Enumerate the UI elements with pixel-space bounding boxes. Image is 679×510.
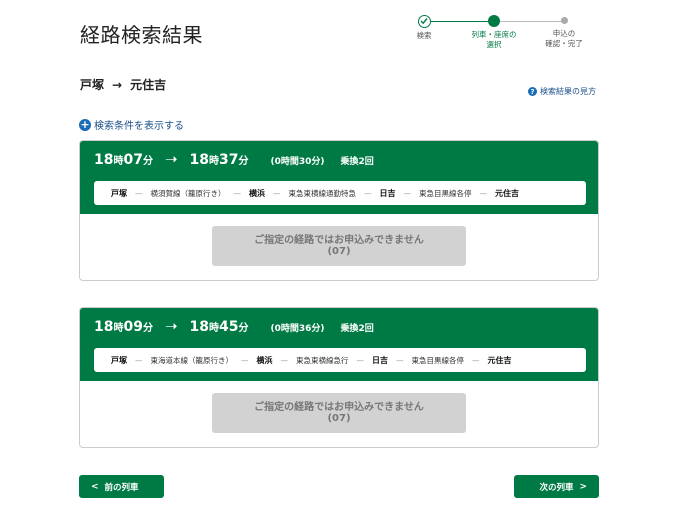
step-label: 確認・完了: [545, 39, 583, 48]
route-arrow: →: [112, 78, 123, 92]
departure-minute: 07: [123, 152, 143, 168]
progress-stepper: 検索 列車・座席の 選択 申込の 確認・完了: [404, 12, 604, 62]
hour-unit: 時: [113, 156, 124, 167]
unavailable-code: (07): [327, 413, 351, 424]
segment-separator: —: [273, 188, 281, 198]
unavailable-code: (07): [327, 246, 351, 257]
segment-station: 戸塚: [111, 188, 127, 198]
show-conditions-label: 検索条件を表示する: [94, 121, 184, 132]
hour-unit: 時: [113, 323, 124, 334]
pending-step-dot: [560, 17, 568, 24]
hour-unit: 時: [209, 156, 220, 167]
segment-line: 東急目黒線各停: [411, 355, 465, 365]
segment-separator: —: [364, 188, 372, 198]
segment-station: 横浜: [256, 355, 273, 365]
step-label: 検索: [416, 31, 432, 40]
help-link-label: 検索結果の見方: [540, 87, 596, 96]
arrow-right-icon: ➝: [164, 150, 178, 168]
result-card: 18 時 09 分 ➝ 18 時 45 分 (0時間36分) 乗換2回 戸塚 — 東海道本線…: [79, 307, 599, 448]
segment-separator: —: [479, 188, 488, 198]
result-header: 18 時 09 分 ➝ 18 時 45 分 (0時間36分) 乗換2回 戸塚 — 東海道本線…: [80, 308, 598, 381]
arrival-hour: 18: [189, 152, 210, 168]
help-link[interactable]: ? 検索結果の見方: [528, 86, 596, 97]
arrow-right-icon: ➝: [164, 317, 178, 335]
segment-separator: —: [135, 355, 143, 365]
duration: (0時間30分): [270, 157, 325, 167]
arrival-minute: 37: [219, 152, 239, 168]
minute-unit: 分: [238, 156, 249, 167]
origin-station: 戸塚: [80, 78, 105, 92]
page-title: 経路検索結果: [80, 23, 203, 47]
route-segments: 戸塚 — 東海道本線（籠原行き） — 横浜 — 東急東横線急行 — 日吉 — 東…: [94, 348, 586, 372]
segment-separator: —: [280, 355, 289, 365]
unavailable-button: ご指定の経路ではお申込みできません (07): [212, 226, 466, 266]
segment-station: 戸塚: [111, 355, 127, 365]
result-header: 18 時 07 分 ➝ 18 時 37 分 (0時間30分) 乗換2回 戸塚 — 横須賀線（…: [80, 141, 598, 214]
segment-line: 東急東横線急行: [296, 355, 349, 365]
question-circle-icon: ?: [528, 87, 537, 96]
chevron-left-icon: <: [90, 481, 99, 492]
segment-station: 元住吉: [487, 355, 512, 365]
route-segments: 戸塚 — 横須賀線（籠原行き） — 横浜 — 東急東横線通勤特急 — 日吉 — …: [94, 181, 586, 205]
segment-station: 日吉: [379, 188, 396, 198]
segment-separator: —: [472, 355, 480, 365]
result-card: 18 時 07 分 ➝ 18 時 37 分 (0時間30分) 乗換2回 戸塚 — 横須賀線（…: [79, 140, 599, 281]
result-body: ご指定の経路ではお申込みできません (07): [80, 214, 598, 280]
segment-line: 東海道本線（籠原行き）: [150, 355, 234, 365]
segment-separator: —: [396, 355, 404, 365]
unavailable-message: ご指定の経路ではお申込みできません: [254, 235, 424, 246]
step-label: 申込の: [552, 29, 576, 38]
unavailable-button: ご指定の経路ではお申込みできません (07): [212, 393, 466, 433]
result-body: ご指定の経路ではお申込みできません (07): [80, 381, 598, 447]
chevron-right-icon: >: [579, 481, 588, 492]
current-step-dot: [488, 15, 500, 27]
minute-unit: 分: [142, 156, 153, 167]
segment-separator: —: [135, 188, 143, 198]
segment-separator: —: [356, 355, 365, 365]
next-train-label: 次の列車: [539, 482, 574, 493]
segment-line: 東急目黒線各停: [419, 188, 472, 198]
plus-circle-icon: +: [79, 117, 91, 131]
step-select-train: 列車・座席の 選択: [462, 15, 526, 50]
previous-train-button[interactable]: < 前の列車 <: [79, 475, 164, 498]
hour-unit: 時: [209, 323, 220, 334]
minute-unit: 分: [238, 323, 249, 334]
step-search: 検索: [392, 15, 456, 41]
destination-station: 元住吉: [130, 78, 167, 92]
transfer-count: 乗換2回: [340, 157, 374, 167]
time-summary: 18 時 07 分 ➝ 18 時 37 分 (0時間30分) 乗換2回: [94, 150, 374, 168]
previous-train-label: 前の列車: [104, 482, 139, 493]
segment-line: 横須賀線（籠原行き）: [150, 188, 226, 198]
time-summary: 18 時 09 分 ➝ 18 時 45 分 (0時間36分) 乗換2回: [94, 317, 374, 335]
route-heading: 戸塚 → 元住吉: [80, 76, 166, 93]
departure-minute: 09: [123, 319, 143, 335]
step-label: 選択: [486, 40, 502, 49]
segment-separator: —: [233, 188, 242, 198]
segment-station: 横浜: [249, 188, 265, 198]
minute-unit: 分: [142, 323, 153, 334]
departure-hour: 18: [94, 319, 114, 335]
show-conditions-link[interactable]: + 検索条件を表示する: [79, 117, 184, 132]
step-confirm: 申込の 確認・完了: [532, 17, 596, 49]
segment-line: 東急東横線通勤特急: [288, 188, 357, 198]
duration: (0時間36分): [270, 324, 325, 334]
next-train-button[interactable]: > 次の列車 >: [514, 475, 599, 498]
segment-separator: —: [241, 355, 249, 365]
arrival-hour: 18: [189, 319, 210, 335]
arrival-minute: 45: [219, 319, 239, 335]
segment-separator: —: [403, 188, 412, 198]
segment-station: 元住吉: [495, 188, 519, 198]
departure-hour: 18: [94, 152, 114, 168]
step-label: 列車・座席の: [471, 30, 517, 39]
transfer-count: 乗換2回: [340, 324, 374, 334]
segment-station: 日吉: [372, 355, 388, 365]
unavailable-message: ご指定の経路ではお申込みできません: [254, 402, 424, 413]
check-icon: [417, 15, 431, 28]
